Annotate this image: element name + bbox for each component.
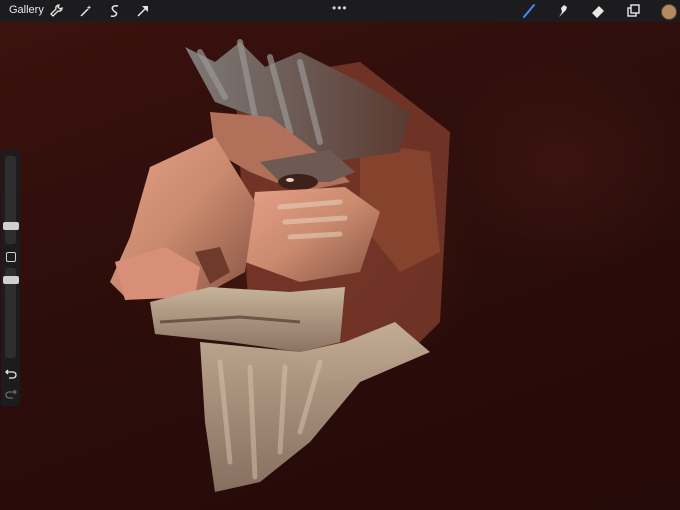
opacity-slider[interactable] — [3, 268, 19, 358]
left-sidebar — [1, 150, 20, 406]
eraser-icon[interactable] — [590, 3, 606, 19]
top-toolbar: Gallery ••• — [0, 0, 680, 22]
undo-icon[interactable] — [4, 366, 18, 380]
color-picker-button[interactable] — [661, 4, 677, 20]
layers-icon[interactable] — [625, 3, 641, 19]
more-options-button[interactable]: ••• — [332, 1, 348, 15]
painting — [110, 39, 450, 492]
opacity-thumb[interactable] — [3, 276, 19, 284]
gallery-button[interactable]: Gallery — [9, 4, 44, 16]
magic-wand-icon[interactable] — [78, 3, 94, 19]
brush-icon[interactable] — [521, 3, 537, 19]
eye — [278, 174, 318, 190]
smudge-icon[interactable] — [555, 3, 571, 19]
brush-size-slider[interactable] — [3, 156, 19, 244]
brush-size-thumb[interactable] — [3, 222, 19, 230]
transform-arrow-icon[interactable] — [135, 3, 151, 19]
eye-highlight — [286, 178, 294, 182]
modify-button[interactable] — [6, 252, 16, 262]
selection-icon[interactable] — [107, 3, 123, 19]
redo-icon[interactable] — [4, 386, 18, 400]
wrench-icon[interactable] — [48, 3, 64, 19]
drawing-canvas[interactable] — [0, 22, 680, 510]
